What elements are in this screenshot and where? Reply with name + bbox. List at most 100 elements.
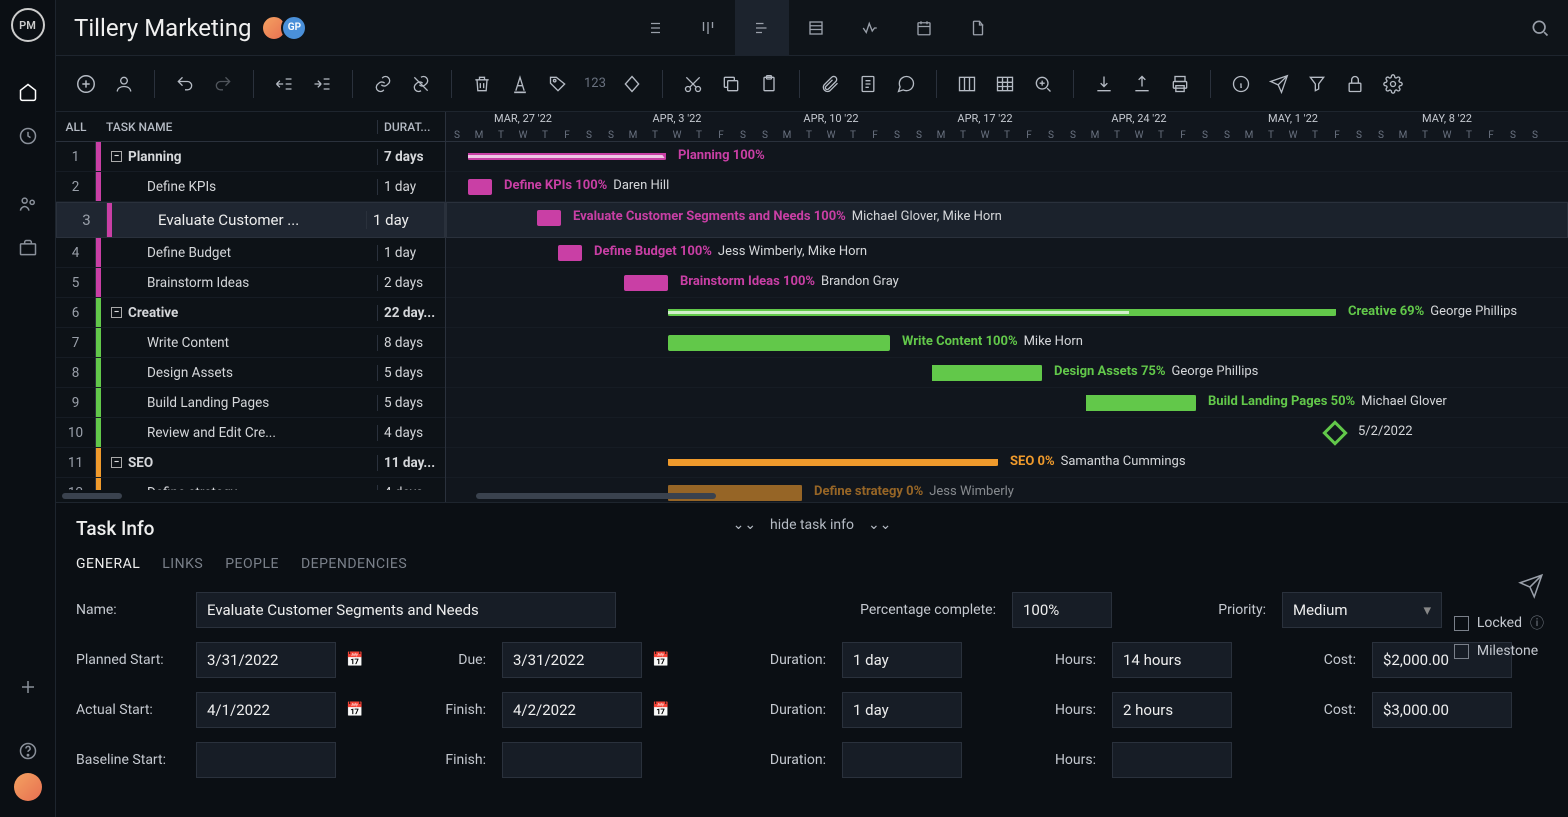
milestone-diamond-icon[interactable]	[1322, 420, 1347, 445]
outdent-icon[interactable]	[272, 72, 296, 96]
redo-icon[interactable]	[211, 72, 235, 96]
search-icon[interactable]	[1530, 18, 1550, 38]
text-color-icon[interactable]	[508, 72, 532, 96]
send-task-icon[interactable]	[1518, 573, 1544, 599]
view-sheet-icon[interactable]	[789, 0, 843, 56]
locked-checkbox[interactable]	[1454, 616, 1469, 631]
tab-people[interactable]: PEOPLE	[225, 556, 279, 572]
tab-general[interactable]: GENERAL	[76, 556, 140, 572]
gantt-row[interactable]: Brainstorm Ideas 100%Brandon Gray	[446, 268, 1568, 298]
finish-input[interactable]: 4/2/2022	[502, 692, 642, 728]
gantt-row[interactable]: Evaluate Customer Segments and Needs 100…	[446, 202, 1568, 238]
gantt-bar[interactable]	[558, 245, 582, 261]
gantt-bar[interactable]	[537, 210, 561, 226]
attachment-icon[interactable]	[818, 72, 842, 96]
nav-home-icon[interactable]	[0, 70, 56, 114]
hours2-input[interactable]: 2 hours	[1112, 692, 1232, 728]
view-files-icon[interactable]	[951, 0, 1005, 56]
task-row[interactable]: 12Define strategy4 days	[56, 478, 445, 490]
task-row[interactable]: 5Brainstorm Ideas2 days	[56, 268, 445, 298]
baseline-hours-input[interactable]	[1112, 742, 1232, 778]
gantt-bar[interactable]	[668, 309, 1336, 316]
add-task-icon[interactable]	[74, 72, 98, 96]
indent-icon[interactable]	[310, 72, 334, 96]
copy-icon[interactable]	[719, 72, 743, 96]
export-icon[interactable]	[1130, 72, 1154, 96]
cut-icon[interactable]	[681, 72, 705, 96]
gantt-row[interactable]: Planning 100%	[446, 142, 1568, 172]
view-calendar-icon[interactable]	[897, 0, 951, 56]
pct-input[interactable]: 100%	[1012, 592, 1112, 628]
tab-dependencies[interactable]: DEPENDENCIES	[301, 556, 407, 572]
user-avatar[interactable]	[14, 773, 42, 801]
task-row[interactable]: 10Review and Edit Cre...4 days	[56, 418, 445, 448]
due-input[interactable]: 3/31/2022	[502, 642, 642, 678]
gantt-bar[interactable]	[1086, 395, 1196, 411]
gantt-row[interactable]: Build Landing Pages 50%Michael Glover	[446, 388, 1568, 418]
view-board-icon[interactable]	[681, 0, 735, 56]
task-row[interactable]: 3Evaluate Customer ...1 day	[56, 202, 445, 238]
gantt-row[interactable]: 5/2/2022	[446, 418, 1568, 448]
paste-icon[interactable]	[757, 72, 781, 96]
settings-icon[interactable]	[1381, 72, 1405, 96]
milestone-icon[interactable]	[620, 72, 644, 96]
assignee-avatars[interactable]: GP	[267, 15, 307, 41]
col-duration[interactable]: DURAT...	[377, 120, 445, 134]
task-row[interactable]: 7Write Content8 days	[56, 328, 445, 358]
hide-task-info[interactable]: ⌄⌄hide task info⌄⌄	[733, 517, 892, 533]
task-row[interactable]: 11−SEO11 day...	[56, 448, 445, 478]
print-icon[interactable]	[1168, 72, 1192, 96]
nav-team-icon[interactable]	[0, 182, 56, 226]
note-icon[interactable]	[856, 72, 880, 96]
baseline-duration-input[interactable]	[842, 742, 962, 778]
link-icon[interactable]	[371, 72, 395, 96]
priority-select[interactable]: Medium▾	[1282, 592, 1442, 628]
gantt-bar[interactable]	[468, 153, 666, 160]
cost2-input[interactable]: $3,000.00	[1372, 692, 1512, 728]
task-row[interactable]: 9Build Landing Pages5 days	[56, 388, 445, 418]
gantt-bar[interactable]	[668, 335, 890, 351]
actual-start-input[interactable]: 4/1/2022	[196, 692, 336, 728]
gantt-row[interactable]: Write Content 100%Mike Horn	[446, 328, 1568, 358]
unlink-icon[interactable]	[409, 72, 433, 96]
task-row[interactable]: 6−Creative22 day...	[56, 298, 445, 328]
task-row[interactable]: 4Define Budget1 day	[56, 238, 445, 268]
gantt-row[interactable]: Creative 69%George Phillips	[446, 298, 1568, 328]
baseline-start-input[interactable]	[196, 742, 336, 778]
gantt-row[interactable]: Define Budget 100%Jess Wimberly, Mike Ho…	[446, 238, 1568, 268]
gantt-bar[interactable]	[468, 179, 492, 195]
col-all[interactable]: ALL	[56, 120, 96, 134]
duration-input[interactable]: 1 day	[842, 642, 962, 678]
zoom-icon[interactable]	[1031, 72, 1055, 96]
delete-icon[interactable]	[470, 72, 494, 96]
view-gantt-icon[interactable]	[735, 0, 789, 56]
info-icon[interactable]	[1229, 72, 1253, 96]
comment-icon[interactable]	[894, 72, 918, 96]
calendar-icon[interactable]: 📅	[648, 647, 674, 673]
filter-icon[interactable]	[1305, 72, 1329, 96]
task-row[interactable]: 8Design Assets5 days	[56, 358, 445, 388]
send-icon[interactable]	[1267, 72, 1291, 96]
tab-links[interactable]: LINKS	[162, 556, 203, 572]
duration2-input[interactable]: 1 day	[842, 692, 962, 728]
name-input[interactable]: Evaluate Customer Segments and Needs	[196, 592, 616, 628]
baseline-finish-input[interactable]	[502, 742, 642, 778]
gantt-bar[interactable]	[668, 459, 998, 466]
view-workload-icon[interactable]	[843, 0, 897, 56]
task-row[interactable]: 2Define KPIs1 day	[56, 172, 445, 202]
columns-icon[interactable]	[955, 72, 979, 96]
gantt-row[interactable]: Design Assets 75%George Phillips	[446, 358, 1568, 388]
nav-help-icon[interactable]	[0, 729, 56, 773]
calendar-icon[interactable]: 📅	[342, 647, 368, 673]
import-icon[interactable]	[1092, 72, 1116, 96]
gantt-bar[interactable]	[932, 365, 1042, 381]
gantt-row[interactable]: Define KPIs 100%Daren Hill	[446, 172, 1568, 202]
app-logo[interactable]: PM	[11, 8, 45, 42]
lock-icon[interactable]	[1343, 72, 1367, 96]
hours-input[interactable]: 14 hours	[1112, 642, 1232, 678]
assign-icon[interactable]	[112, 72, 136, 96]
calendar-icon[interactable]: 📅	[342, 697, 368, 723]
col-task-name[interactable]: TASK NAME	[96, 120, 377, 134]
milestone-checkbox[interactable]	[1454, 644, 1469, 659]
undo-icon[interactable]	[173, 72, 197, 96]
